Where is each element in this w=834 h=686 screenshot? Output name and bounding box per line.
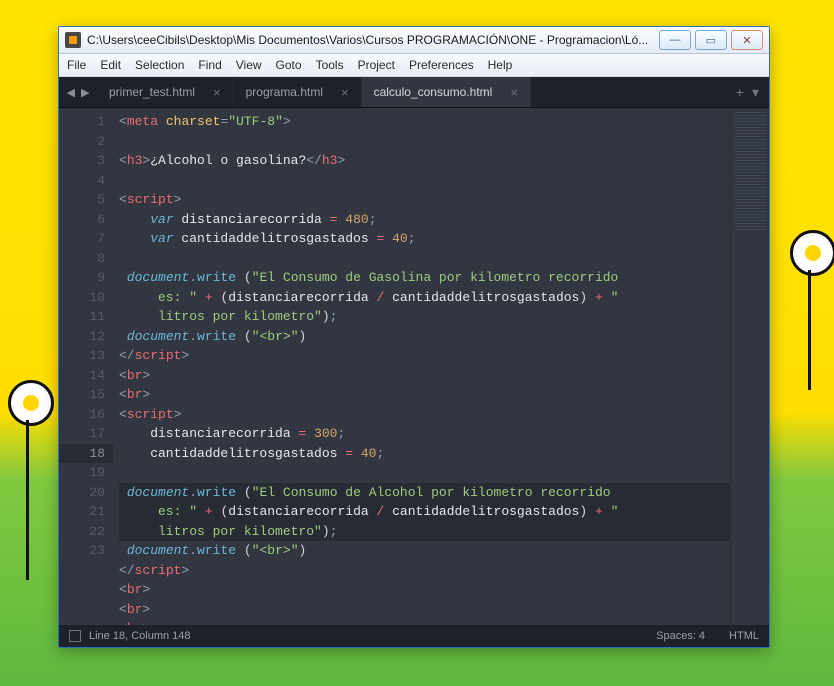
new-tab-button[interactable]: + <box>736 84 744 100</box>
flower-doodle <box>790 230 834 276</box>
tab-calculo_consumo-html[interactable]: calculo_consumo.html × <box>362 77 531 107</box>
tab-back-icon[interactable]: ◀ <box>67 86 75 99</box>
status-indicator-icon[interactable] <box>69 630 81 642</box>
menu-selection[interactable]: Selection <box>135 58 184 72</box>
tab-programa-html[interactable]: programa.html × <box>234 77 362 107</box>
menu-view[interactable]: View <box>236 58 262 72</box>
titlebar[interactable]: C:\Users\ceeCibils\Desktop\Mis Documento… <box>59 27 769 54</box>
menu-tools[interactable]: Tools <box>316 58 344 72</box>
tab-dropdown-icon[interactable]: ▾ <box>752 84 759 101</box>
tab-label: calculo_consumo.html <box>374 85 493 99</box>
code-content[interactable]: <meta charset="UTF-8"> <h3>¿Alcohol o ga… <box>113 108 730 625</box>
tab-label: programa.html <box>246 85 323 99</box>
tab-close-icon[interactable]: × <box>213 85 221 100</box>
tab-primer_test-html[interactable]: primer_test.html × <box>97 77 234 107</box>
syntax-setting[interactable]: HTML <box>729 630 759 642</box>
window-title: C:\Users\ceeCibils\Desktop\Mis Documento… <box>87 33 659 47</box>
status-bar: Line 18, Column 148 Spaces: 4 HTML <box>59 625 769 647</box>
tab-label: primer_test.html <box>109 85 195 99</box>
flower-stem <box>26 420 29 580</box>
line-gutter: 1234567891011121314151617181920212223 <box>59 108 113 625</box>
tab-bar: ◀ ▶ primer_test.html×programa.html×calcu… <box>59 77 769 108</box>
minimap[interactable] <box>730 108 769 625</box>
minimize-button[interactable]: — <box>659 30 691 50</box>
menu-help[interactable]: Help <box>488 58 513 72</box>
menu-find[interactable]: Find <box>198 58 221 72</box>
tab-forward-icon[interactable]: ▶ <box>81 86 89 99</box>
flower-stem <box>808 270 811 390</box>
close-button[interactable]: ✕ <box>731 30 763 50</box>
maximize-button[interactable]: ▭ <box>695 30 727 50</box>
menu-goto[interactable]: Goto <box>276 58 302 72</box>
menu-preferences[interactable]: Preferences <box>409 58 474 72</box>
menu-project[interactable]: Project <box>358 58 395 72</box>
menu-file[interactable]: File <box>67 58 86 72</box>
app-icon <box>65 32 81 48</box>
cursor-position[interactable]: Line 18, Column 148 <box>89 630 191 642</box>
flower-doodle <box>8 380 54 426</box>
tab-close-icon[interactable]: × <box>510 85 518 100</box>
menu-bar: File Edit Selection Find View Goto Tools… <box>59 54 769 77</box>
menu-edit[interactable]: Edit <box>100 58 121 72</box>
tab-close-icon[interactable]: × <box>341 85 349 100</box>
app-window: C:\Users\ceeCibils\Desktop\Mis Documento… <box>58 26 770 648</box>
editor-area[interactable]: 1234567891011121314151617181920212223 <m… <box>59 108 769 625</box>
indent-setting[interactable]: Spaces: 4 <box>656 630 705 642</box>
tab-history-nav: ◀ ▶ <box>59 77 97 107</box>
